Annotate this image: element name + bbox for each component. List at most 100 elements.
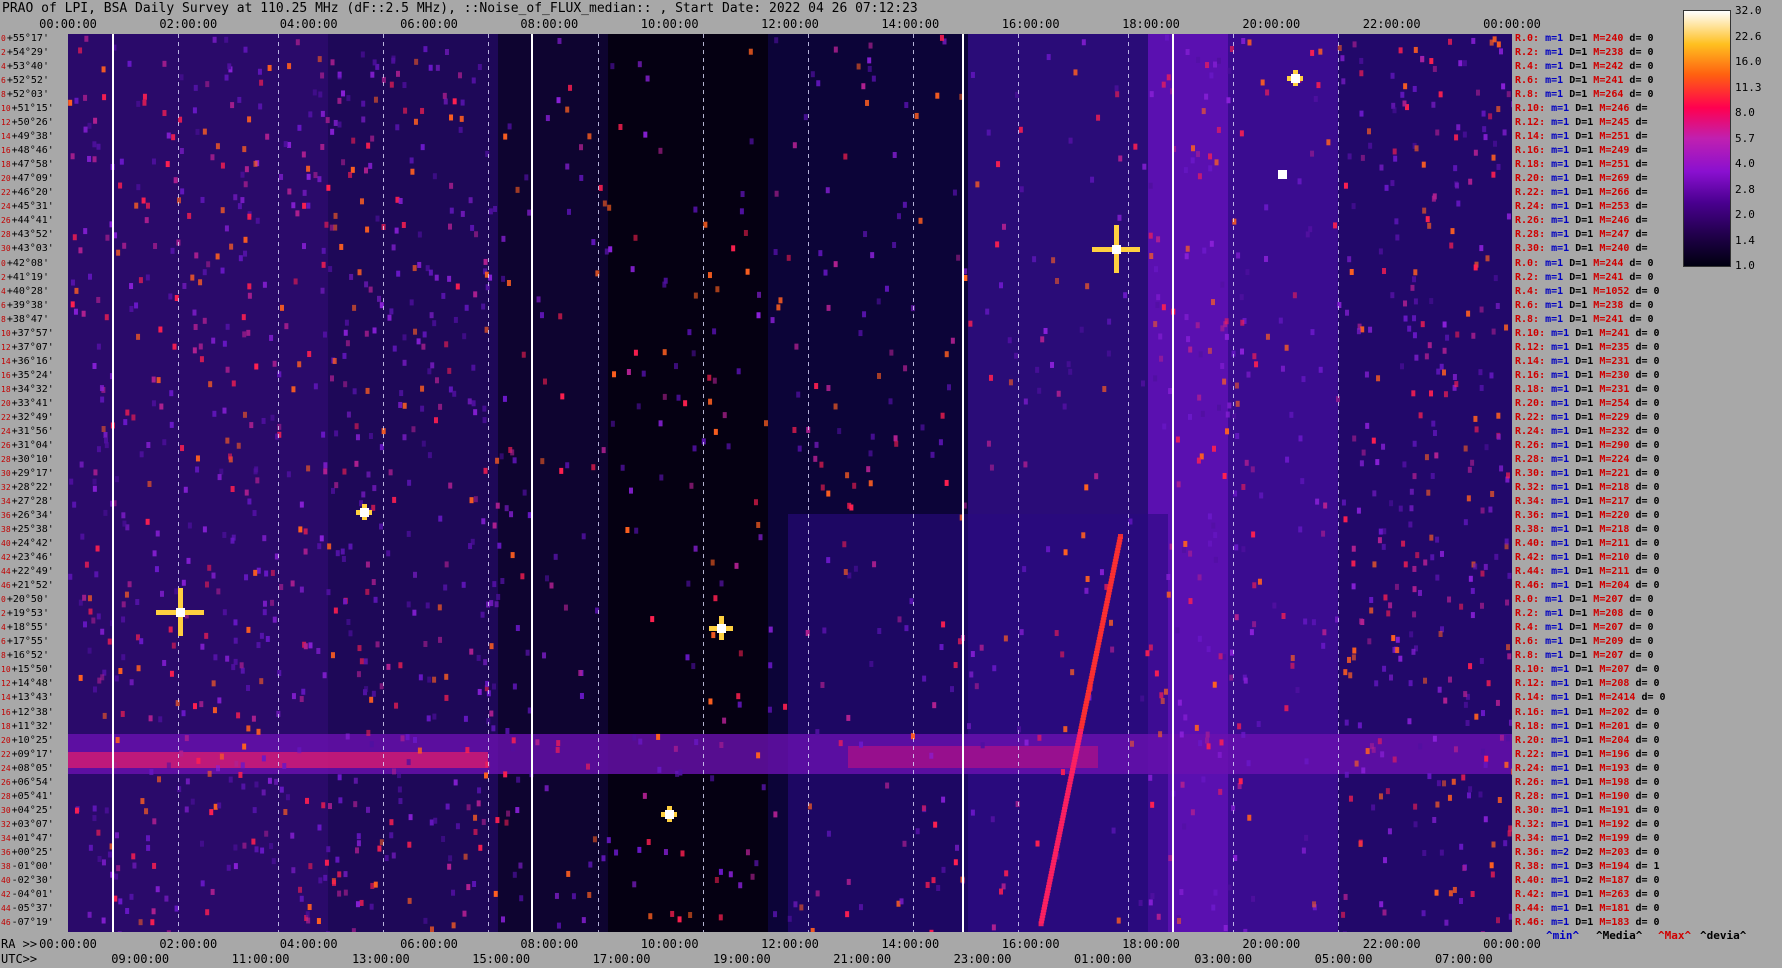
grid-dash: [383, 882, 384, 886]
grid-dash: [1338, 106, 1339, 110]
noise-pixel: [1496, 106, 1501, 113]
noise-pixel: [1496, 412, 1501, 419]
declination-label: 0+42°08': [1, 258, 49, 269]
noise-pixel: [308, 642, 313, 649]
noise-pixel: [1211, 522, 1216, 529]
noise-pixel: [749, 138, 754, 145]
noise-pixel: [181, 579, 186, 586]
noise-pixel: [637, 846, 642, 853]
noise-pixel: [743, 229, 748, 236]
noise-pixel: [471, 400, 476, 407]
ray-name: R.16:: [1515, 145, 1552, 157]
ray-media: D=1: [1575, 524, 1600, 536]
grid-dash: [488, 322, 489, 326]
noise-pixel: [193, 324, 198, 331]
noise-pixel: [1436, 368, 1441, 375]
noise-pixel: [437, 604, 442, 611]
ray-name: R.8:: [1515, 313, 1546, 325]
noise-pixel: [693, 292, 698, 299]
grid-dash: [598, 322, 599, 326]
grid-dash: [1338, 562, 1339, 566]
noise-pixel: [689, 482, 694, 489]
grid-dash: [703, 458, 704, 462]
noise-pixel: [1213, 889, 1218, 896]
noise-pixel: [83, 126, 88, 133]
noise-pixel: [515, 625, 520, 632]
noise-pixel: [1163, 688, 1168, 695]
grid-dash: [808, 530, 809, 534]
noise-pixel: [1351, 545, 1356, 552]
noise-pixel: [318, 91, 323, 98]
utc-axis-tick: 05:00:00: [1314, 952, 1373, 966]
ray-devia: d= 0: [1635, 467, 1660, 479]
noise-pixel: [224, 225, 229, 232]
grid-dash: [808, 722, 809, 726]
noise-pixel: [447, 275, 452, 282]
noise-pixel: [1506, 472, 1511, 479]
noise-pixel: [1311, 619, 1316, 626]
noise-pixel: [142, 99, 147, 106]
grid-dash: [488, 930, 489, 932]
noise-pixel: [169, 670, 174, 677]
declination-label: 12+37°07': [1, 342, 54, 353]
declination-value: +39°38': [6, 299, 49, 311]
grid-dash: [383, 762, 384, 766]
grid-dash: [913, 122, 914, 126]
noise-pixel: [545, 575, 550, 582]
noise-pixel: [246, 725, 251, 732]
grid-dash: [808, 674, 809, 678]
grid-dash: [808, 298, 809, 302]
grid-dash: [598, 818, 599, 822]
ray-max: M=207: [1599, 664, 1636, 676]
grid-dash: [178, 650, 179, 654]
grid-dash: [598, 226, 599, 230]
grid-dash: [178, 802, 179, 806]
grid-dash: [913, 114, 914, 118]
grid-dash: [1233, 210, 1234, 214]
grid-dash: [703, 770, 704, 774]
grid-dash: [383, 106, 384, 110]
ray-stat-row: R.0: m=1 D=1 M=240 d= 0: [1515, 34, 1654, 44]
grid-dash: [598, 130, 599, 134]
noise-pixel: [1085, 283, 1090, 290]
noise-pixel: [372, 327, 377, 334]
noise-pixel: [1388, 674, 1393, 681]
grid-dash: [1018, 498, 1019, 502]
grid-dash: [808, 42, 809, 46]
noise-pixel: [199, 840, 204, 847]
grid-dash: [1338, 738, 1339, 742]
ray-stat-row: R.40: m=1 D=2 M=187 d= 0: [1515, 875, 1660, 886]
ray-min: m=1: [1551, 411, 1576, 423]
grid-dash: [1128, 194, 1129, 198]
noise-pixel: [966, 723, 971, 730]
noise-pixel: [234, 760, 239, 767]
noise-pixel: [888, 398, 893, 405]
noise-pixel: [344, 319, 349, 326]
ray-devia: d= 0: [1635, 453, 1660, 465]
ray-stat-row: R.28: m=1 D=1 M=224 d= 0: [1515, 453, 1660, 465]
grid-dash: [488, 914, 489, 918]
grid-dash: [278, 634, 279, 638]
grid-dash: [178, 658, 179, 662]
noise-pixel: [1468, 575, 1473, 582]
declination-value: +17°55': [6, 636, 49, 648]
noise-pixel: [271, 858, 276, 865]
noise-pixel: [375, 215, 380, 222]
noise-pixel: [1168, 855, 1173, 862]
noise-pixel: [389, 308, 394, 315]
noise-pixel: [185, 778, 190, 785]
noise-pixel: [127, 60, 132, 67]
grid-dash: [278, 698, 279, 702]
grid-dash: [1018, 842, 1019, 846]
ray-max: M=247: [1599, 229, 1636, 241]
grid-dash: [1338, 162, 1339, 166]
grid-dash: [488, 242, 489, 246]
noise-pixel: [433, 417, 438, 424]
ray-name: R.10:: [1515, 327, 1552, 339]
grid-dash: [178, 642, 179, 646]
noise-pixel: [343, 889, 348, 896]
grid-dash: [1128, 498, 1129, 502]
noise-pixel: [868, 450, 873, 457]
grid-dash: [278, 170, 279, 174]
noise-pixel: [1408, 680, 1413, 687]
